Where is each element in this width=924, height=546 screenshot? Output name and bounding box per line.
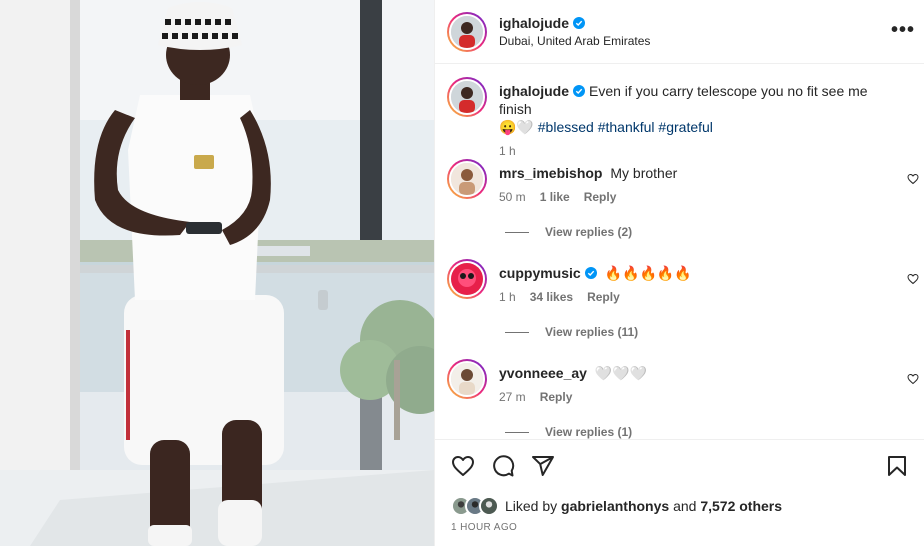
liked-by-prefix: Liked by: [505, 498, 558, 514]
caption-time: 1 h: [499, 144, 516, 158]
view-replies-button[interactable]: View replies (2): [505, 225, 632, 239]
comment-time: 27 m: [499, 390, 526, 404]
comment-time: 50 m: [499, 190, 526, 204]
reply-button[interactable]: Reply: [540, 390, 573, 404]
instagram-post-modal: ighalojude Dubai, United Arab Emirates •…: [0, 0, 924, 546]
comment-text: cuppymusic 🔥🔥🔥🔥🔥: [499, 264, 894, 282]
replies-divider: [505, 431, 529, 433]
like-comment-heart-icon[interactable]: [907, 273, 919, 285]
comment-meta: 1 h 34 likes Reply: [499, 290, 894, 304]
caption-avatar[interactable]: [447, 77, 487, 117]
caption-username[interactable]: ighalojude: [499, 83, 569, 99]
comment-body: cuppymusic 🔥🔥🔥🔥🔥 1 h 34 likes Reply: [499, 259, 894, 304]
comment-bubble-icon[interactable]: [491, 454, 515, 478]
avatar-image: [451, 81, 483, 113]
comment: cuppymusic 🔥🔥🔥🔥🔥 1 h 34 likes Reply: [447, 259, 894, 304]
avatar-image: [451, 263, 483, 295]
post-header: ighalojude Dubai, United Arab Emirates •…: [435, 0, 924, 64]
verified-badge-icon: [573, 17, 585, 29]
comment-username[interactable]: cuppymusic: [499, 265, 581, 281]
liked-by-and: and: [673, 498, 697, 514]
save-bookmark-icon[interactable]: [885, 454, 909, 478]
liked-by-row: Liked by gabrielanthonys and 7,572 other…: [451, 496, 782, 516]
comment-likes[interactable]: 1 like: [540, 190, 570, 204]
author-avatar[interactable]: [447, 11, 487, 52]
verified-badge-icon: [584, 267, 597, 279]
comment-body: mrs_imebishop My brother 50 m 1 like Rep…: [499, 159, 894, 204]
post-photo-illustration: [0, 0, 434, 546]
caption-emoji: 😛🤍: [499, 119, 534, 135]
hashtag-thankful[interactable]: #thankful: [598, 119, 655, 135]
post-location[interactable]: Dubai, United Arab Emirates: [499, 34, 650, 48]
view-replies-label: View replies (2): [545, 225, 633, 239]
liked-by-user[interactable]: gabrielanthonys: [561, 498, 669, 514]
view-replies-label: View replies (1): [545, 425, 633, 439]
view-replies-button[interactable]: View replies (11): [505, 325, 638, 339]
hashtag-grateful[interactable]: #grateful: [658, 119, 712, 135]
comment-text: yvonneee_ay 🤍🤍🤍: [499, 364, 894, 382]
replies-divider: [505, 231, 529, 233]
share-send-icon[interactable]: [531, 454, 555, 478]
comment-body: yvonneee_ay 🤍🤍🤍 27 m Reply: [499, 359, 894, 404]
post-photo: [0, 0, 434, 546]
reply-button[interactable]: Reply: [587, 290, 620, 304]
header-meta: ighalojude Dubai, United Arab Emirates: [499, 15, 650, 48]
more-options-button[interactable]: •••: [891, 20, 915, 40]
comment: yvonneee_ay 🤍🤍🤍 27 m Reply: [447, 359, 894, 404]
liker-avatar[interactable]: [479, 496, 499, 516]
reply-button[interactable]: Reply: [584, 190, 617, 204]
view-replies-label: View replies (11): [545, 325, 639, 339]
hashtag-blessed[interactable]: #blessed: [538, 119, 594, 135]
author-username[interactable]: ighalojude: [499, 15, 569, 31]
comment-message: 🤍🤍🤍: [594, 365, 648, 381]
comment-message: 🔥🔥🔥🔥🔥: [604, 265, 692, 281]
comment-message: My brother: [610, 165, 678, 181]
liked-by-text: Liked by gabrielanthonys and 7,572 other…: [505, 498, 782, 514]
post-timestamp[interactable]: 1 HOUR AGO: [451, 522, 517, 533]
comment-text: mrs_imebishop My brother: [499, 164, 894, 182]
comment: mrs_imebishop My brother 50 m 1 like Rep…: [447, 159, 894, 204]
comment-avatar[interactable]: [447, 259, 487, 299]
avatar-image: [451, 363, 483, 395]
comment-username[interactable]: yvonneee_ay: [499, 365, 587, 381]
comment-time: 1 h: [499, 290, 516, 304]
avatar-image: [481, 498, 497, 514]
comments-list: ighalojude Even if you carry telescope yo…: [435, 65, 924, 439]
caption-meta: 1 h: [499, 144, 894, 158]
comment-meta: 50 m 1 like Reply: [499, 190, 894, 204]
comment-avatar[interactable]: [447, 159, 487, 199]
like-heart-icon[interactable]: [451, 454, 475, 478]
likes-count[interactable]: 7,572 others: [700, 498, 782, 514]
view-replies-button[interactable]: View replies (1): [505, 425, 632, 439]
verified-badge-icon: [573, 85, 585, 97]
comment-likes[interactable]: 34 likes: [530, 290, 573, 304]
replies-divider: [505, 331, 529, 333]
avatar-image: [451, 163, 483, 195]
post-side-panel: ighalojude Dubai, United Arab Emirates •…: [434, 0, 924, 546]
post-actions: Liked by gabrielanthonys and 7,572 other…: [435, 439, 924, 546]
caption: ighalojude Even if you carry telescope yo…: [447, 77, 894, 158]
caption-text: ighalojude Even if you carry telescope yo…: [499, 82, 894, 136]
like-comment-heart-icon[interactable]: [907, 373, 919, 385]
like-comment-heart-icon[interactable]: [907, 173, 919, 185]
caption-body: ighalojude Even if you carry telescope yo…: [499, 77, 894, 158]
comment-username[interactable]: mrs_imebishop: [499, 165, 602, 181]
comment-avatar[interactable]: [447, 359, 487, 399]
avatar-image: [451, 15, 483, 48]
comment-meta: 27 m Reply: [499, 390, 894, 404]
